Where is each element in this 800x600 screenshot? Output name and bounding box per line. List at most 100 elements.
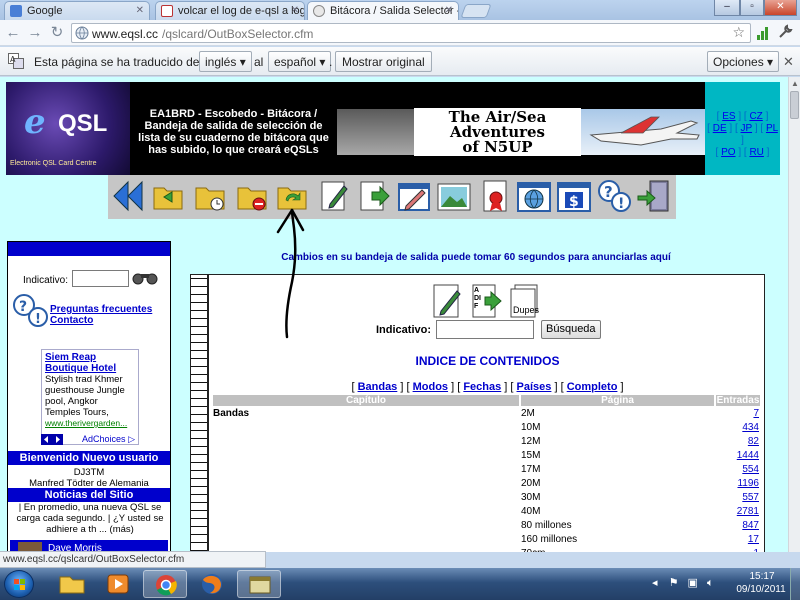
search-button[interactable]: Búsqueda: [541, 320, 601, 339]
toc-row-entries-link[interactable]: 17: [719, 534, 759, 545]
news-text[interactable]: | En promedio, una nueva QSL se carga ca…: [11, 502, 169, 535]
binoculars-icon[interactable]: [132, 268, 158, 286]
volume-icon[interactable]: 🔈︎: [707, 577, 714, 589]
callsign-search-input[interactable]: [436, 320, 534, 339]
airsea-ad[interactable]: The Air/Sea Adventures of N5UP: [414, 108, 581, 156]
maximize-button[interactable]: ▫: [740, 0, 764, 16]
toc-title: INDICE DE CONTENIDOS: [415, 354, 560, 368]
airplane-icon: [589, 116, 700, 146]
tab-forum[interactable]: volcar el log de e-qsl a logg ✕: [155, 1, 305, 20]
folder-back-icon[interactable]: [150, 178, 186, 214]
clock-date[interactable]: 09/10/2011: [732, 584, 790, 595]
adchoices-link[interactable]: AdChoices ▷: [82, 434, 135, 445]
ad-title[interactable]: Siem Reap Boutique Hotel: [45, 352, 135, 374]
show-original-button[interactable]: Mostrar original: [335, 51, 432, 72]
new-tab-button[interactable]: [460, 4, 492, 18]
close-tab-icon[interactable]: ✕: [136, 5, 144, 16]
taskbar-window[interactable]: [237, 570, 281, 598]
vertical-scrollbar[interactable]: ▲: [788, 77, 800, 552]
target-language-select[interactable]: español ▾: [268, 51, 332, 72]
source-language-select[interactable]: inglés ▾: [199, 51, 252, 72]
dollar-window-icon[interactable]: $: [556, 178, 592, 214]
close-tab-icon[interactable]: ✕: [445, 5, 453, 16]
globe-icon: [75, 26, 89, 40]
image-card-icon[interactable]: [436, 178, 472, 214]
start-button[interactable]: [4, 570, 34, 598]
forward-button[interactable]: →: [26, 24, 44, 42]
rewind-icon[interactable]: [110, 178, 146, 214]
taskbar-media-player[interactable]: [96, 570, 140, 598]
show-desktop-button[interactable]: [790, 568, 800, 600]
toc-row-entries-link[interactable]: 2781: [719, 506, 759, 517]
action-center-flag-icon[interactable]: ⚑: [669, 577, 679, 589]
pencil-window-icon[interactable]: [396, 178, 432, 214]
toc-row-entries-link[interactable]: 1: [719, 548, 759, 552]
address-bar[interactable]: www.eqsl.cc /qslcard/OutBoxSelector.cfm …: [71, 23, 751, 43]
toc-link-completo[interactable]: Completo: [567, 381, 618, 393]
document-export-icon[interactable]: [356, 178, 392, 214]
toc-row-entries-link[interactable]: 1196: [719, 478, 759, 489]
contact-link[interactable]: Contacto: [50, 315, 93, 326]
lang-pl[interactable]: PL: [766, 123, 778, 134]
dupes-label: Dupes: [513, 305, 540, 315]
reload-button[interactable]: ↻: [48, 24, 66, 42]
window-close-button[interactable]: ✕: [764, 0, 797, 16]
lang-jp[interactable]: JP: [741, 123, 753, 134]
svg-text:!: !: [618, 196, 624, 212]
toc-row-entries-link[interactable]: 434: [719, 422, 759, 433]
toc-link-fechas[interactable]: Fechas: [463, 381, 501, 393]
eqsl-logo[interactable]: e QSL Electronic QSL Card Centre: [6, 82, 130, 175]
translate-icon: A: [8, 53, 24, 69]
taskbar-chrome[interactable]: [143, 570, 187, 598]
bookmark-star-icon[interactable]: ☆: [732, 24, 745, 41]
toc-link-modos[interactable]: Modos: [413, 381, 448, 393]
lang-ru[interactable]: RU: [749, 147, 763, 158]
clock-time[interactable]: 15:17: [745, 571, 779, 582]
folder-delete-icon[interactable]: [234, 178, 270, 214]
ad-domain[interactable]: www.theriver​garden...: [45, 418, 135, 429]
ad-nav-arrows-icon[interactable]: [41, 434, 63, 445]
lang-de[interactable]: DE: [713, 123, 727, 134]
globe-window-icon[interactable]: [516, 178, 552, 214]
browser-title-bar: Google ✕ volcar el log de e-qsl a logg ✕…: [0, 0, 800, 21]
folder-refresh-icon[interactable]: [274, 178, 310, 214]
sidebar-ad[interactable]: Siem Reap Boutique Hotel Stylish trad Kh…: [41, 349, 139, 445]
help-bubbles-icon: ? !: [13, 294, 48, 327]
close-translate-icon[interactable]: ✕: [783, 54, 794, 70]
tab-google[interactable]: Google ✕: [4, 1, 150, 20]
toc-row-entries-link[interactable]: 554: [719, 464, 759, 475]
edit-log-icon[interactable]: [431, 283, 463, 319]
header-entries: Entradas: [716, 395, 760, 406]
faq-link[interactable]: Preguntas frecuentes: [50, 304, 152, 315]
toc-row-entries-link[interactable]: 1444: [719, 450, 759, 461]
minimize-button[interactable]: –: [714, 0, 740, 16]
lang-cz[interactable]: CZ: [749, 111, 762, 122]
scroll-up-icon[interactable]: ▲: [791, 79, 799, 88]
help-question-icon[interactable]: ? !: [596, 178, 632, 214]
document-edit-icon[interactable]: [316, 178, 352, 214]
folder-clock-icon[interactable]: [192, 178, 228, 214]
toc-link-bandas[interactable]: Bandas: [358, 381, 398, 393]
tab-eqsl[interactable]: Bitácora / Salida Selector - e ✕: [307, 1, 459, 21]
toc-row-page: 40M: [521, 506, 541, 517]
toc-row-entries-link[interactable]: 847: [719, 520, 759, 531]
wrench-menu-icon[interactable]: [777, 24, 793, 40]
toc-row-entries-link[interactable]: 82: [719, 436, 759, 447]
taskbar-explorer[interactable]: [50, 570, 94, 598]
toc-row-entries-link[interactable]: 7: [719, 408, 759, 419]
back-button[interactable]: ←: [4, 24, 22, 42]
taskbar-firefox[interactable]: [190, 570, 234, 598]
lang-po[interactable]: PO: [721, 147, 735, 158]
sidebar-callsign-input[interactable]: [72, 270, 129, 287]
award-certificate-icon[interactable]: [478, 178, 514, 214]
extension-signal-icon[interactable]: [757, 26, 769, 40]
toc-link-paises[interactable]: Países: [517, 381, 552, 393]
network-icon[interactable]: ▣: [688, 577, 698, 589]
toc-row-entries-link[interactable]: 557: [719, 492, 759, 503]
close-tab-icon[interactable]: ✕: [291, 5, 299, 16]
lang-es[interactable]: ES: [722, 111, 735, 122]
options-button[interactable]: Opciones ▾: [707, 51, 780, 72]
show-hidden-icons-icon[interactable]: ◂: [652, 577, 658, 589]
scroll-thumb[interactable]: [790, 91, 799, 119]
exit-door-icon[interactable]: [636, 178, 672, 214]
